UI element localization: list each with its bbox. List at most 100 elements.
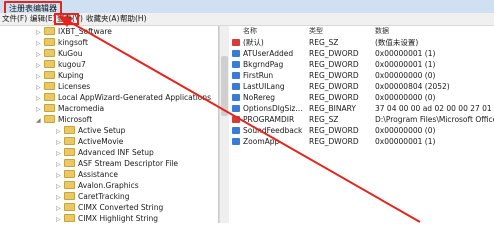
- value-row[interactable]: ZoomApp REG_DWORD 0x00000001 (1): [229, 136, 494, 147]
- value-name: BkgrndPag: [243, 60, 284, 69]
- folder-icon: [64, 137, 75, 145]
- value-row[interactable]: PROGRAMDIR REG_SZ D:\Program Files\Microso…: [229, 114, 494, 125]
- folder-icon: [64, 159, 75, 167]
- menu-help[interactable]: 帮助(H): [120, 13, 147, 25]
- folder-icon: [64, 181, 75, 189]
- tree-scrollbar-thumb[interactable]: [221, 56, 228, 116]
- tree-item-label: KuGou: [58, 49, 83, 58]
- tree-item-label: Local AppWizard-Generated Applications: [58, 93, 212, 102]
- value-name: NoRereg: [243, 93, 275, 102]
- tree-scrollbar[interactable]: [219, 26, 229, 223]
- column-name[interactable]: 名称: [243, 26, 257, 36]
- folder-icon: [64, 214, 75, 222]
- value-type: REG_DWORD: [309, 137, 359, 146]
- values-pane: 名称 类型 数据 (默认) REG_SZ (数值未设置) ATUserAdded REG…: [229, 26, 494, 223]
- expand-arrow-icon[interactable]: ▷: [56, 214, 64, 223]
- folder-icon: [44, 38, 55, 46]
- menu-edit[interactable]: 编辑(E): [30, 13, 56, 25]
- folder-icon: [44, 60, 55, 68]
- title-bar: 注册表编辑器: [0, 0, 494, 16]
- value-type: REG_DWORD: [309, 82, 359, 91]
- value-data: 37 04 00 00 ad 02 00 00 27 01 00 00 58 0…: [375, 104, 494, 113]
- tree-item-label: Advanced INF Setup: [78, 148, 154, 157]
- value-data: 0x00000804 (2052): [375, 82, 450, 91]
- tree-item-label: Kuping: [58, 71, 84, 80]
- value-row[interactable]: SoundFeedback REG_DWORD 0x00000000 (0): [229, 125, 494, 136]
- value-row[interactable]: ATUserAdded REG_DWORD 0x00000001 (1): [229, 48, 494, 59]
- folder-icon: [64, 126, 75, 134]
- value-name: OptionsDlgSiz...: [243, 104, 303, 113]
- value-row[interactable]: LastUILang REG_DWORD 0x00000804 (2052): [229, 81, 494, 92]
- value-name: ATUserAdded: [243, 49, 294, 58]
- value-row[interactable]: FirstRun REG_DWORD 0x00000000 (0): [229, 70, 494, 81]
- value-row[interactable]: NoRereg REG_DWORD 0x00000000 (0): [229, 92, 494, 103]
- value-type: REG_DWORD: [309, 49, 359, 58]
- folder-icon: [44, 104, 55, 112]
- tree-item-label: kugou7: [58, 60, 86, 69]
- value-row[interactable]: OptionsDlgSiz... REG_BINARY 37 04 00 00 ad…: [229, 103, 494, 114]
- registry-tree[interactable]: ▷ IXBT_Software ▷ kingsoft ▷ KuGou ▷ kugou7 ▷ Kup…: [0, 26, 219, 223]
- folder-open-icon: [44, 115, 55, 123]
- value-data: (数值未设置): [375, 38, 419, 47]
- value-name: (默认): [243, 38, 264, 47]
- value-data: 0x00000001 (1): [375, 60, 436, 69]
- string-value-icon: [232, 116, 240, 123]
- folder-icon: [64, 170, 75, 178]
- binary-value-icon: [232, 127, 240, 134]
- tree-item-label: kingsoft: [58, 38, 88, 47]
- value-name: SoundFeedback: [243, 126, 303, 135]
- binary-value-icon: [232, 72, 240, 79]
- value-data: 0x00000000 (0): [375, 71, 436, 80]
- binary-value-icon: [232, 83, 240, 90]
- value-row[interactable]: BkgrndPag REG_DWORD 0x00000001 (1): [229, 59, 494, 70]
- tree-item-label: Active Setup: [78, 126, 126, 135]
- folder-icon: [64, 148, 75, 156]
- binary-value-icon: [232, 105, 240, 112]
- value-type: REG_DWORD: [309, 71, 359, 80]
- value-data: 0x00000001 (1): [375, 137, 436, 146]
- expanded-arrow-icon[interactable]: ◢: [36, 115, 44, 127]
- column-type[interactable]: 类型: [309, 26, 323, 36]
- menu-favorites[interactable]: 收藏夹(A): [86, 13, 119, 25]
- binary-value-icon: [232, 138, 240, 145]
- binary-value-icon: [232, 94, 240, 101]
- tree-item-label: ActiveMovie: [78, 137, 124, 146]
- folder-icon: [44, 82, 55, 90]
- value-data: 0x00000000 (0): [375, 126, 436, 135]
- tree-item-label: IXBT_Software: [58, 27, 112, 36]
- binary-value-icon: [232, 61, 240, 68]
- value-type: REG_SZ: [309, 38, 339, 47]
- value-name: LastUILang: [243, 82, 285, 91]
- tree-item-label: Avalon.Graphics: [78, 181, 139, 190]
- tree-item-label: Assistance: [78, 170, 118, 179]
- tree-item-label: Microsoft: [58, 115, 93, 124]
- value-type: REG_DWORD: [309, 93, 359, 102]
- folder-icon: [44, 27, 55, 35]
- tree-item-label: CIMX Converted String: [78, 203, 164, 212]
- value-name: FirstRun: [243, 71, 274, 80]
- value-data: 0x00000000 (0): [375, 93, 436, 102]
- folder-icon: [44, 71, 55, 79]
- binary-value-icon: [232, 50, 240, 57]
- tree-item-label: CaretTracking: [78, 192, 130, 201]
- value-name: PROGRAMDIR: [243, 115, 295, 124]
- tree-item[interactable]: ▷ CIMX Highlight String: [56, 213, 158, 223]
- value-row[interactable]: (默认) REG_SZ (数值未设置): [229, 37, 494, 48]
- value-data: D:\Program Files\Microsoft Office\Office…: [375, 115, 494, 124]
- value-name: ZoomApp: [243, 137, 280, 146]
- menu-highlight-box: [54, 13, 79, 25]
- folder-icon: [44, 49, 55, 57]
- value-type: REG_BINARY: [309, 104, 356, 113]
- menu-file[interactable]: 文件(F): [2, 13, 27, 25]
- folder-icon: [44, 93, 55, 101]
- value-type: REG_DWORD: [309, 60, 359, 69]
- folder-icon: [64, 203, 75, 211]
- string-value-icon: [232, 39, 240, 46]
- tree-item-label: Licenses: [58, 82, 91, 91]
- tree-item-label: Macromedia: [58, 104, 105, 113]
- tree-item-label: CIMX Highlight String: [78, 214, 159, 223]
- tree-item-label: ASF Stream Descriptor File: [78, 159, 179, 168]
- folder-icon: [64, 192, 75, 200]
- column-data[interactable]: 数据: [375, 26, 389, 36]
- value-data: 0x00000001 (1): [375, 49, 436, 58]
